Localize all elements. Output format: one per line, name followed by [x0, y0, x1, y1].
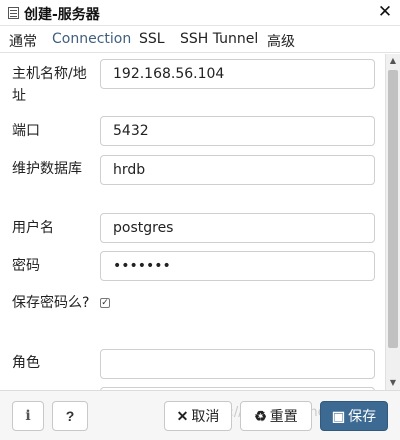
- recycle-icon: ♻: [254, 408, 267, 424]
- save-password-checkbox[interactable]: ✓: [100, 298, 110, 308]
- save-password-label: 保存密码么?: [12, 295, 90, 311]
- scroll-thumb[interactable]: [388, 70, 398, 348]
- maintenance-db-label: 维护数据库: [12, 161, 82, 177]
- tab-connection[interactable]: Connection: [52, 31, 131, 47]
- role-label: 角色: [12, 355, 40, 371]
- dialog-title: 创建-服务器: [24, 7, 100, 23]
- close-icon: ✕: [176, 408, 189, 424]
- scroll-up-icon[interactable]: ▲: [386, 54, 400, 68]
- server-icon: [8, 7, 19, 19]
- dialog-footer: i ? https://blog.csdn.net/horses ✕取消 ♻重置…: [0, 390, 400, 440]
- reset-label: 重置: [269, 408, 298, 424]
- save-icon: ▣: [331, 408, 346, 424]
- port-label: 端口: [12, 123, 40, 139]
- connection-form: 主机名称/地址 192.168.56.104 端口 5432 维护数据库 hrd…: [0, 54, 385, 390]
- tab-advanced[interactable]: 高级: [267, 31, 295, 51]
- username-label: 用户名: [12, 220, 54, 236]
- title-bar: 创建-服务器 ✕: [0, 0, 400, 26]
- save-button[interactable]: ▣ 保存: [320, 401, 388, 431]
- reset-button[interactable]: ♻ 重置: [240, 401, 312, 431]
- host-input[interactable]: 192.168.56.104: [100, 59, 375, 89]
- tab-general[interactable]: 通常: [9, 31, 37, 51]
- password-input[interactable]: •••••••: [100, 251, 375, 281]
- cancel-button[interactable]: ✕ 取消: [164, 401, 232, 431]
- scroll-down-icon[interactable]: ▼: [386, 376, 400, 390]
- maintenance-db-input[interactable]: hrdb: [100, 155, 375, 185]
- help-button[interactable]: ?: [52, 401, 88, 431]
- info-button[interactable]: i: [12, 401, 44, 431]
- form-scrollbar[interactable]: ▲ ▼: [385, 54, 400, 390]
- username-input[interactable]: postgres: [100, 213, 375, 243]
- tab-bar: 通常 Connection SSL SSH Tunnel 高级: [0, 27, 400, 53]
- role-input[interactable]: [100, 349, 375, 379]
- port-input[interactable]: 5432: [100, 116, 375, 146]
- password-label: 密码: [12, 258, 40, 274]
- tab-ssh-tunnel[interactable]: SSH Tunnel: [180, 31, 258, 47]
- save-label: 保存: [348, 408, 377, 424]
- host-label: 主机名称/地址: [12, 66, 87, 104]
- cancel-label: 取消: [191, 408, 220, 424]
- tab-ssl[interactable]: SSL: [139, 31, 165, 47]
- close-icon[interactable]: ✕: [374, 1, 396, 23]
